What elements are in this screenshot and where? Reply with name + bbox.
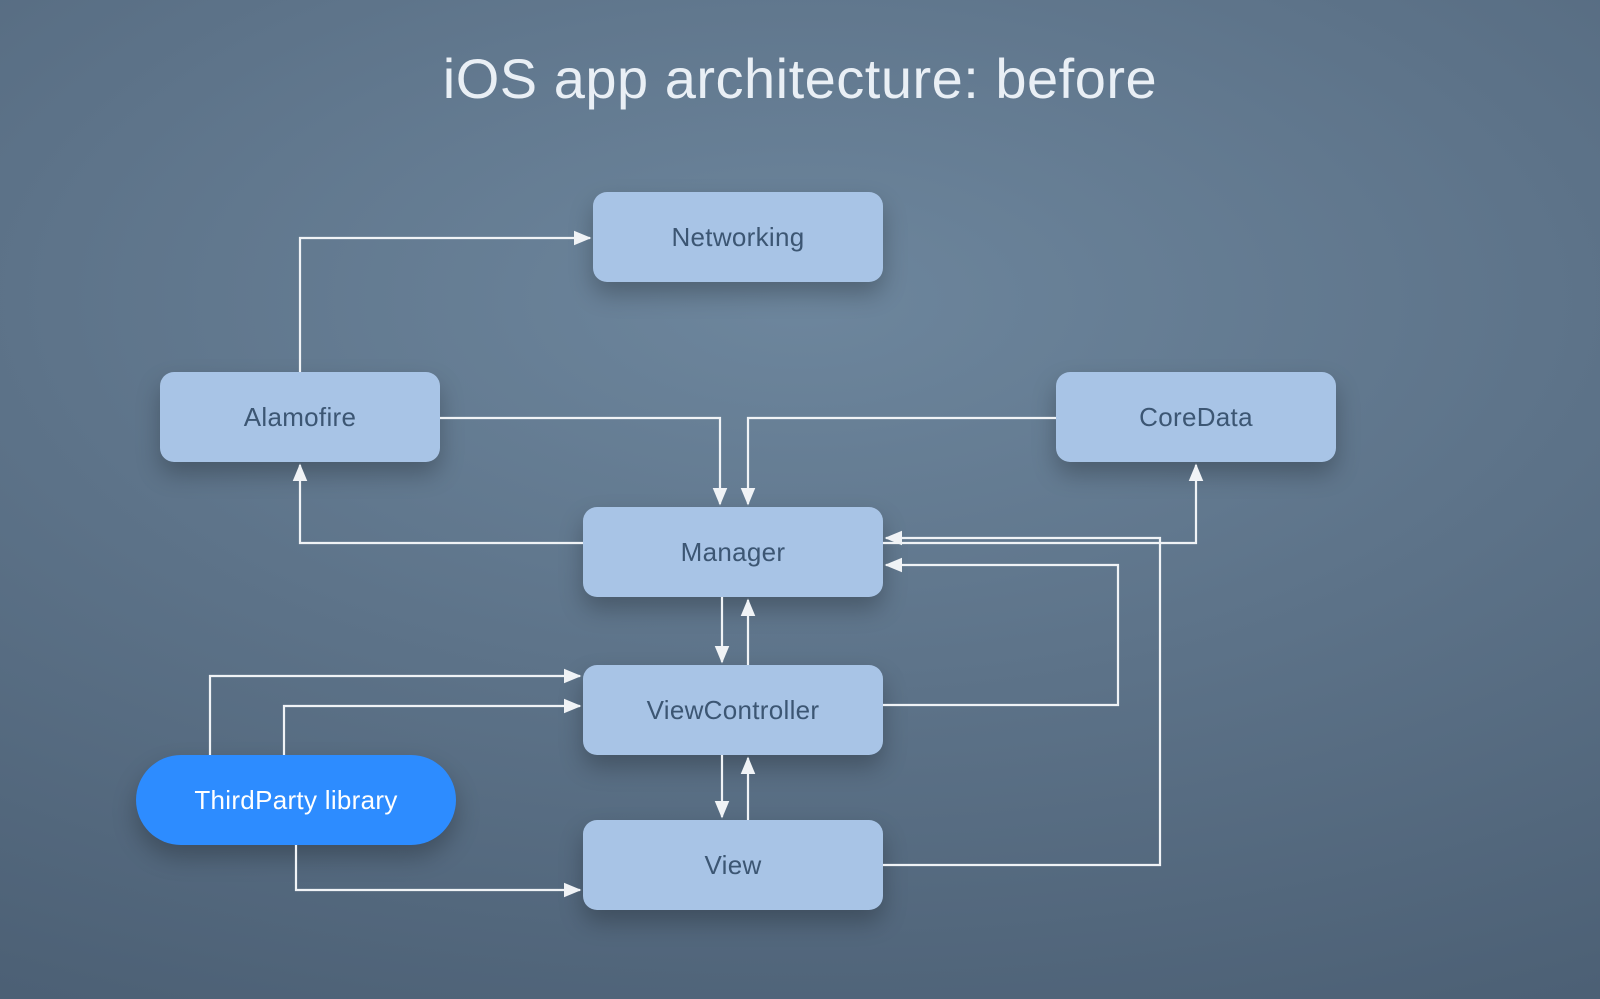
node-label: Manager — [681, 537, 786, 568]
edge-alamofire-networking — [300, 238, 590, 372]
edge-thirdparty-viewcontroller-inner — [284, 706, 580, 755]
edge-thirdparty-viewcontroller — [210, 676, 580, 755]
node-view: View — [583, 820, 883, 910]
edge-manager-coredata — [883, 465, 1196, 543]
edge-alamofire-manager — [440, 418, 720, 504]
node-thirdparty: ThirdParty library — [136, 755, 456, 845]
node-alamofire: Alamofire — [160, 372, 440, 462]
edge-coredata-manager — [748, 418, 1056, 504]
edge-viewcontroller-manager-loop — [883, 565, 1118, 705]
node-label: CoreData — [1139, 402, 1253, 433]
node-viewcontroller: ViewController — [583, 665, 883, 755]
edge-manager-alamofire — [300, 465, 583, 543]
node-label: ViewController — [647, 695, 820, 726]
node-networking: Networking — [593, 192, 883, 282]
diagram-title: iOS app architecture: before — [0, 46, 1600, 111]
diagram-stage: iOS app architecture: before Networking … — [0, 0, 1600, 999]
node-label: View — [704, 850, 761, 881]
node-label: Networking — [671, 222, 804, 253]
edge-view-manager-loop — [883, 538, 1160, 865]
node-manager: Manager — [583, 507, 883, 597]
node-coredata: CoreData — [1056, 372, 1336, 462]
edge-thirdparty-view — [296, 845, 580, 890]
node-label: Alamofire — [244, 402, 357, 433]
node-label: ThirdParty library — [194, 785, 397, 816]
